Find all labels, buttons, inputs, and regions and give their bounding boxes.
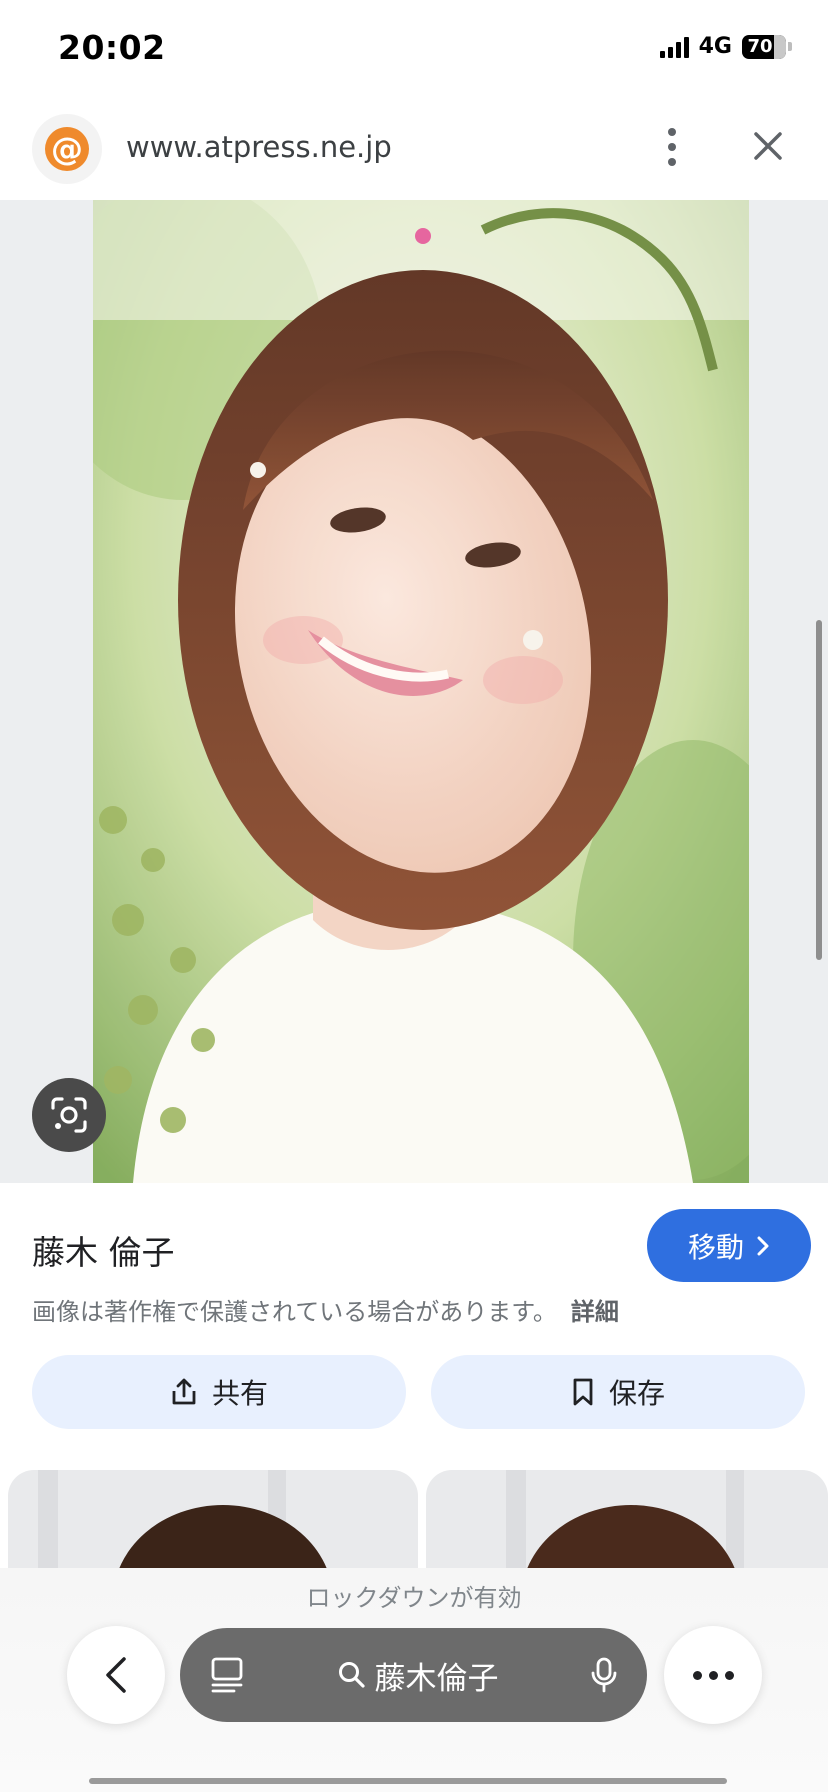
close-icon[interactable] bbox=[748, 126, 788, 166]
share-label: 共有 bbox=[211, 1377, 268, 1410]
search-query: 藤木倫子 bbox=[374, 1660, 499, 1697]
more-menu-button[interactable] bbox=[664, 1626, 762, 1724]
visit-button[interactable]: 移動 bbox=[647, 1209, 811, 1282]
home-indicator[interactable] bbox=[89, 1778, 727, 1784]
search-icon bbox=[338, 1662, 365, 1688]
network-type: 4G bbox=[698, 34, 732, 59]
result-title: 藤木 倫子 bbox=[32, 1233, 175, 1272]
chevron-left-icon bbox=[106, 1657, 126, 1693]
at-sign-icon: @ bbox=[45, 127, 89, 171]
site-favicon[interactable]: @ bbox=[32, 114, 102, 184]
search-query-area[interactable]: 藤木倫子 bbox=[244, 1653, 591, 1698]
save-button[interactable]: 保存 bbox=[431, 1355, 805, 1429]
bookmark-icon bbox=[573, 1378, 593, 1406]
status-time: 20:02 bbox=[58, 28, 166, 67]
battery-icon: 70 bbox=[742, 34, 792, 59]
copyright-notice: 画像は著作権で保護されている場合があります。 詳細 bbox=[32, 1292, 619, 1327]
tabs-icon[interactable] bbox=[210, 1656, 244, 1694]
microphone-icon[interactable] bbox=[591, 1657, 617, 1693]
lens-icon bbox=[51, 1097, 87, 1133]
battery-level: 70 bbox=[747, 36, 773, 57]
details-link[interactable]: 詳細 bbox=[571, 1298, 619, 1326]
copyright-text: 画像は著作権で保護されている場合があります。 bbox=[32, 1298, 557, 1326]
site-url[interactable]: www.atpress.ne.jp bbox=[126, 130, 392, 164]
search-bar[interactable]: 藤木倫子 bbox=[180, 1628, 647, 1722]
visit-button-label: 移動 bbox=[687, 1230, 744, 1264]
more-options-icon[interactable] bbox=[657, 124, 687, 170]
result-photo[interactable] bbox=[93, 200, 749, 1183]
visual-search-button[interactable] bbox=[32, 1078, 106, 1152]
share-icon bbox=[172, 1378, 196, 1405]
back-button[interactable] bbox=[67, 1626, 165, 1724]
status-indicators: 4G 70 bbox=[659, 34, 792, 59]
signal-icon bbox=[659, 36, 689, 58]
share-button[interactable]: 共有 bbox=[32, 1355, 406, 1429]
save-label: 保存 bbox=[608, 1377, 665, 1410]
scrollbar-thumb[interactable] bbox=[816, 620, 822, 960]
lockdown-status: ロックダウンが有効 bbox=[306, 1584, 522, 1612]
chevron-right-icon bbox=[757, 1236, 769, 1255]
